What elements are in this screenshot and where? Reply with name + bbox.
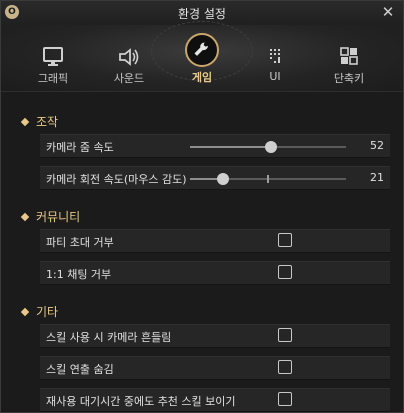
- window-title: 환경 설정: [178, 7, 226, 21]
- slider-value: 52: [370, 139, 384, 152]
- diamond-bullet-icon: [20, 117, 30, 127]
- setting-row-recommend-skill: 재사용 대기시간 중에도 추천 스킬 보이기: [40, 388, 390, 412]
- setting-row-skill-shake: 스킬 사용 시 카메라 흔들림: [40, 324, 390, 348]
- tab-ui[interactable]: UI: [245, 43, 305, 83]
- monitor-icon: [43, 47, 63, 66]
- shortcut-icon: [340, 47, 358, 65]
- setting-label: 1:1 채팅 거부: [46, 268, 112, 281]
- setting-label: 스킬 연출 숨김: [46, 363, 114, 376]
- camera-zoom-slider[interactable]: [190, 141, 346, 153]
- tab-label: 사운드: [113, 72, 145, 85]
- speaker-icon: [119, 48, 139, 66]
- setting-row-party-invite: 파티 초대 거부: [40, 229, 390, 253]
- chat-1on1-checkbox[interactable]: [278, 265, 292, 279]
- section-title: 조작: [36, 115, 59, 129]
- section-title: 기타: [36, 305, 59, 319]
- tab-bar: 그래픽 사운드 게임 UI 단축키: [1, 21, 403, 92]
- tab-label: 그래픽: [37, 72, 69, 85]
- setting-label: 파티 초대 거부: [46, 236, 114, 249]
- tab-graphics[interactable]: 그래픽: [23, 43, 83, 85]
- setting-row-skill-hide: 스킬 연출 숨김: [40, 356, 390, 380]
- tab-label: 게임: [191, 71, 213, 84]
- setting-label: 재사용 대기시간 중에도 추천 스킬 보이기: [46, 395, 236, 408]
- active-tab-ring: [185, 33, 219, 67]
- setting-label: 카메라 줌 속도: [46, 141, 114, 154]
- setting-row-chat-1on1: 1:1 채팅 거부: [40, 261, 390, 285]
- setting-label: 카메라 회전 속도(마우스 감도): [46, 173, 187, 186]
- camera-rotate-slider[interactable]: [190, 173, 346, 185]
- section-title: 커뮤니티: [36, 210, 81, 224]
- diamond-bullet-icon: [20, 212, 30, 222]
- tab-game[interactable]: 게임: [172, 33, 232, 84]
- tab-label: 단축키: [333, 72, 365, 85]
- setting-row-camera-rotate: 카메라 회전 속도(마우스 감도) 21: [40, 166, 390, 190]
- section-header-community: 커뮤니티: [20, 208, 81, 225]
- skill-shake-checkbox[interactable]: [278, 328, 292, 342]
- section-header-misc: 기타: [20, 303, 59, 320]
- section-header-control: 조작: [20, 113, 59, 130]
- tab-label: UI: [269, 70, 281, 83]
- slider-value: 21: [370, 171, 384, 184]
- tab-sound[interactable]: 사운드: [99, 43, 159, 85]
- party-invite-checkbox[interactable]: [278, 233, 292, 247]
- diamond-bullet-icon: [20, 307, 30, 317]
- setting-label: 스킬 사용 시 카메라 흔들림: [46, 331, 172, 344]
- skill-hide-checkbox[interactable]: [278, 360, 292, 374]
- slider-knob[interactable]: [265, 141, 277, 153]
- slider-default-tick: [267, 175, 269, 183]
- close-icon[interactable]: ✕: [379, 3, 397, 21]
- settings-content: 조작 카메라 줌 속도 52 카메라 회전 속도(마우스 감도) 21 커뮤니티…: [16, 97, 390, 412]
- recommend-skill-checkbox[interactable]: [278, 392, 292, 406]
- tab-shortcut[interactable]: 단축키: [319, 43, 379, 85]
- setting-row-camera-zoom: 카메라 줌 속도 52: [40, 134, 390, 158]
- ui-grid-icon: [270, 49, 280, 63]
- settings-window: O 환경 설정 ✕ 그래픽 사운드 게임 UI 단축키 조작 카메라 줌 속도 …: [0, 0, 404, 413]
- slider-knob[interactable]: [217, 173, 229, 185]
- slider-fill: [190, 146, 271, 148]
- wrench-icon: [194, 42, 208, 56]
